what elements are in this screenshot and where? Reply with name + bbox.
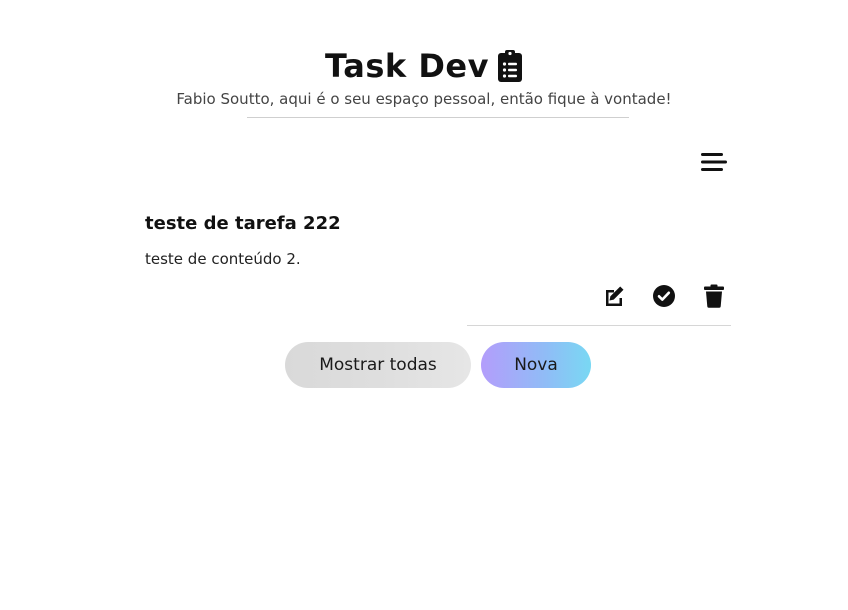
complete-task-button[interactable] [651, 285, 677, 311]
header: Task Dev [0, 46, 848, 86]
clipboard-list-icon [497, 49, 523, 83]
new-task-button[interactable]: Nova [481, 342, 591, 388]
page-title: Task Dev [325, 47, 489, 85]
edit-task-button[interactable] [601, 285, 627, 311]
task-content: teste de conteúdo 2. [145, 250, 301, 268]
task-divider [467, 325, 731, 326]
check-circle-icon [652, 284, 676, 312]
header-divider [247, 117, 629, 118]
menu-button[interactable] [697, 150, 729, 178]
task-title: teste de tarefa 222 [145, 213, 341, 234]
delete-task-button[interactable] [701, 284, 727, 312]
subtitle: Fabio Soutto, aqui é o seu espaço pessoa… [176, 90, 672, 108]
trash-icon [703, 284, 725, 312]
app-page: Task Dev Fabio Soutto, aqui é o seu espa… [0, 0, 848, 610]
hamburger-menu-icon [699, 151, 727, 177]
show-all-button[interactable]: Mostrar todas [285, 342, 471, 388]
task-actions [597, 284, 731, 312]
edit-icon [602, 284, 626, 312]
